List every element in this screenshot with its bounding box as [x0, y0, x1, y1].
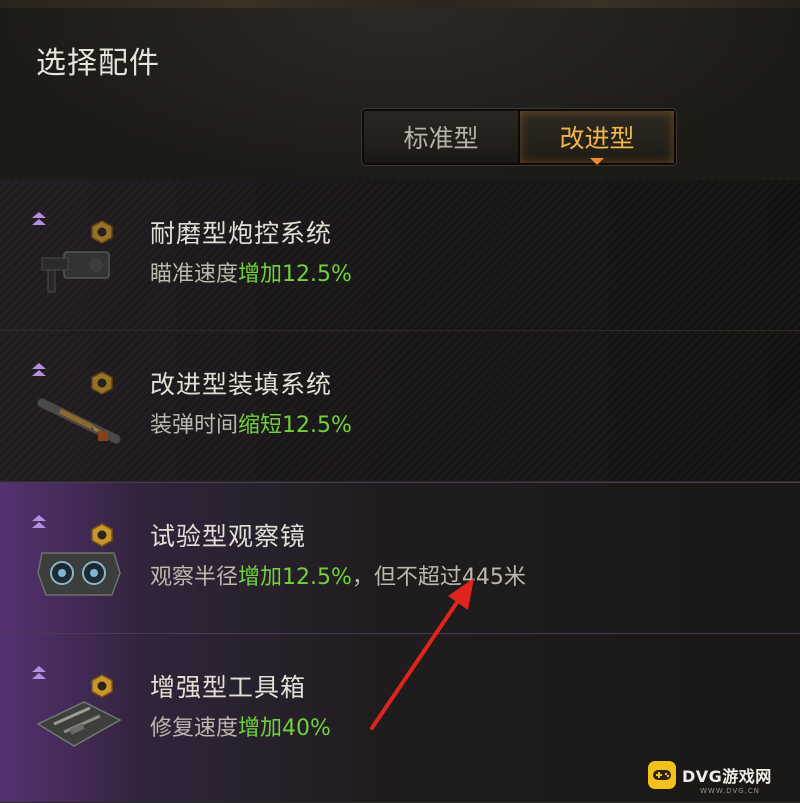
item-name: 耐磨型炮控系统: [150, 219, 333, 248]
item-effect: 观察半径增加12.5%，但不超过445米: [150, 565, 526, 590]
gun-control-icon: [32, 210, 132, 305]
active-tab-caret-icon: [590, 158, 604, 165]
watermark-url: WWW.DVG.CN: [700, 787, 761, 795]
top-strip: [0, 0, 800, 8]
dialog-title: 选择配件: [36, 46, 160, 81]
equipment-item-loader[interactable]: 改进型装填系统 装弹时间缩短12.5%: [0, 331, 800, 482]
tab-group: 标准型 改进型: [362, 109, 676, 165]
item-name: 改进型装填系统: [150, 370, 333, 399]
item-name: 试验型观察镜: [150, 522, 307, 551]
loader-shell-icon: [32, 361, 132, 456]
equipment-item-gun-control[interactable]: 耐磨型炮控系统 瞄准速度增加12.5%: [0, 180, 800, 331]
item-effect: 装弹时间缩短12.5%: [150, 413, 352, 438]
toolbox-icon: [32, 664, 132, 759]
dialog-header: 选择配件 标准型 改进型: [0, 8, 800, 180]
item-name: 增强型工具箱: [150, 673, 307, 702]
item-effect: 修复速度增加40%: [150, 716, 331, 741]
item-effect: 瞄准速度增加12.5%: [150, 262, 352, 287]
tab-standard[interactable]: 标准型: [364, 111, 520, 163]
tab-improved[interactable]: 改进型: [520, 111, 674, 165]
equipment-list: 耐磨型炮控系统 瞄准速度增加12.5% 改进型装填系统 装弹时间缩短12.5%: [0, 180, 800, 803]
gamepad-logo-icon: [648, 761, 676, 789]
equipment-item-binoculars[interactable]: 试验型观察镜 观察半径增加12.5%，但不超过445米: [0, 482, 800, 634]
tab-improved-label: 改进型: [559, 124, 635, 153]
binoculars-icon: [32, 513, 132, 608]
watermark-brand: DVG游戏网: [682, 767, 772, 786]
